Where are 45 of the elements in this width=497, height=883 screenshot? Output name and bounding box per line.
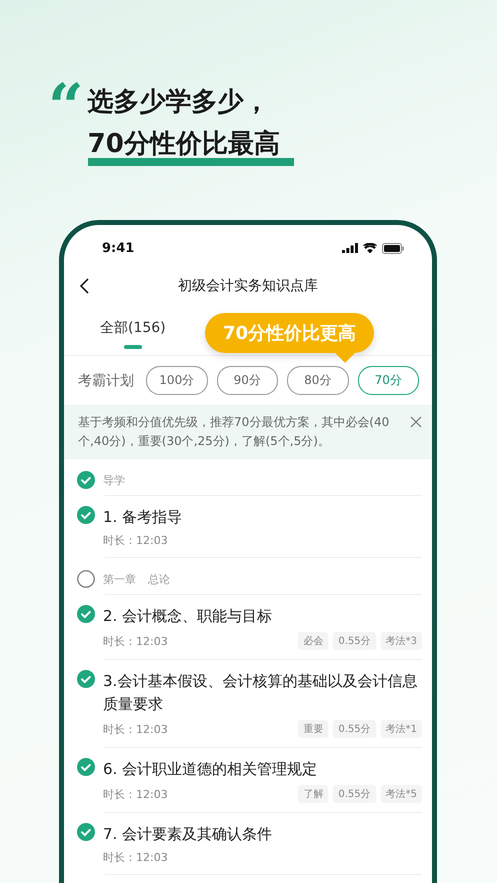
lesson-tag: 考法*1 [380, 720, 422, 738]
battery-icon [382, 242, 404, 254]
section-title: 总论 [148, 572, 170, 586]
tab[interactable]: 全部(156) [100, 307, 166, 355]
lesson-tag: 考法*3 [380, 632, 422, 650]
check-icon[interactable] [77, 823, 95, 841]
lesson-title[interactable]: 1. 备考指导 [103, 506, 422, 529]
check-icon[interactable] [77, 605, 95, 623]
lesson-tag: 考法*5 [380, 785, 422, 803]
lesson-title[interactable]: 3.会计基本假设、会计核算的基础以及会计信息质量要求 [103, 670, 422, 716]
status-time: 9:41 [102, 240, 134, 256]
lesson-tag: 必会 [298, 632, 328, 650]
check-icon[interactable] [77, 758, 95, 776]
plan-label: 考霸计划 [78, 372, 134, 390]
score-chip[interactable]: 90分 [216, 366, 278, 395]
score-chip[interactable]: 70分 [358, 366, 419, 395]
notice-text: 基于考频和分值优先级，推荐70分最优方案，其中必会(40个,40分)，重要(30个,25分)，了解(5个,5分)。 [78, 414, 390, 450]
score-chip[interactable]: 80分 [287, 366, 348, 395]
duration-text: 时长：12:03 [103, 634, 168, 648]
score-chip[interactable]: 100分 [146, 366, 208, 395]
lesson-tag: 重要 [298, 720, 328, 738]
lesson-title[interactable]: 2. 会计概念、职能与目标 [103, 605, 422, 628]
lesson-tag: 0.55分 [333, 632, 376, 650]
page-title: 初级会计实务知识点库 [177, 277, 319, 295]
lesson-tag: 了解 [298, 785, 328, 803]
check-icon[interactable] [77, 506, 95, 524]
duration-text: 时长：12:03 [103, 786, 168, 802]
headline-text: 选多少学多少， [88, 86, 271, 118]
duration-text: 时长：12:03 [103, 533, 168, 548]
lesson-title[interactable]: 7. 会计要素及其确认条件 [103, 823, 422, 846]
lesson-tag: 0.55分 [333, 720, 376, 738]
wifi-icon [363, 243, 377, 253]
quote-mark: “ [48, 82, 84, 118]
check-icon[interactable] [77, 471, 95, 489]
chapter-label: 第一章 [103, 572, 136, 586]
section-title: 导学 [103, 472, 125, 488]
circle-icon[interactable] [77, 570, 95, 588]
lesson-title[interactable]: 6. 会计职业道德的相关管理规定 [103, 758, 422, 781]
duration-text: 时长：12:03 [103, 722, 168, 736]
headline-text: 70分性价比最高 [88, 130, 294, 166]
lesson-tag: 0.55分 [333, 785, 376, 803]
signal-icon [342, 243, 358, 253]
check-icon[interactable] [77, 670, 95, 688]
duration-text: 时长：12:03 [103, 850, 168, 865]
close-icon[interactable] [410, 416, 422, 428]
